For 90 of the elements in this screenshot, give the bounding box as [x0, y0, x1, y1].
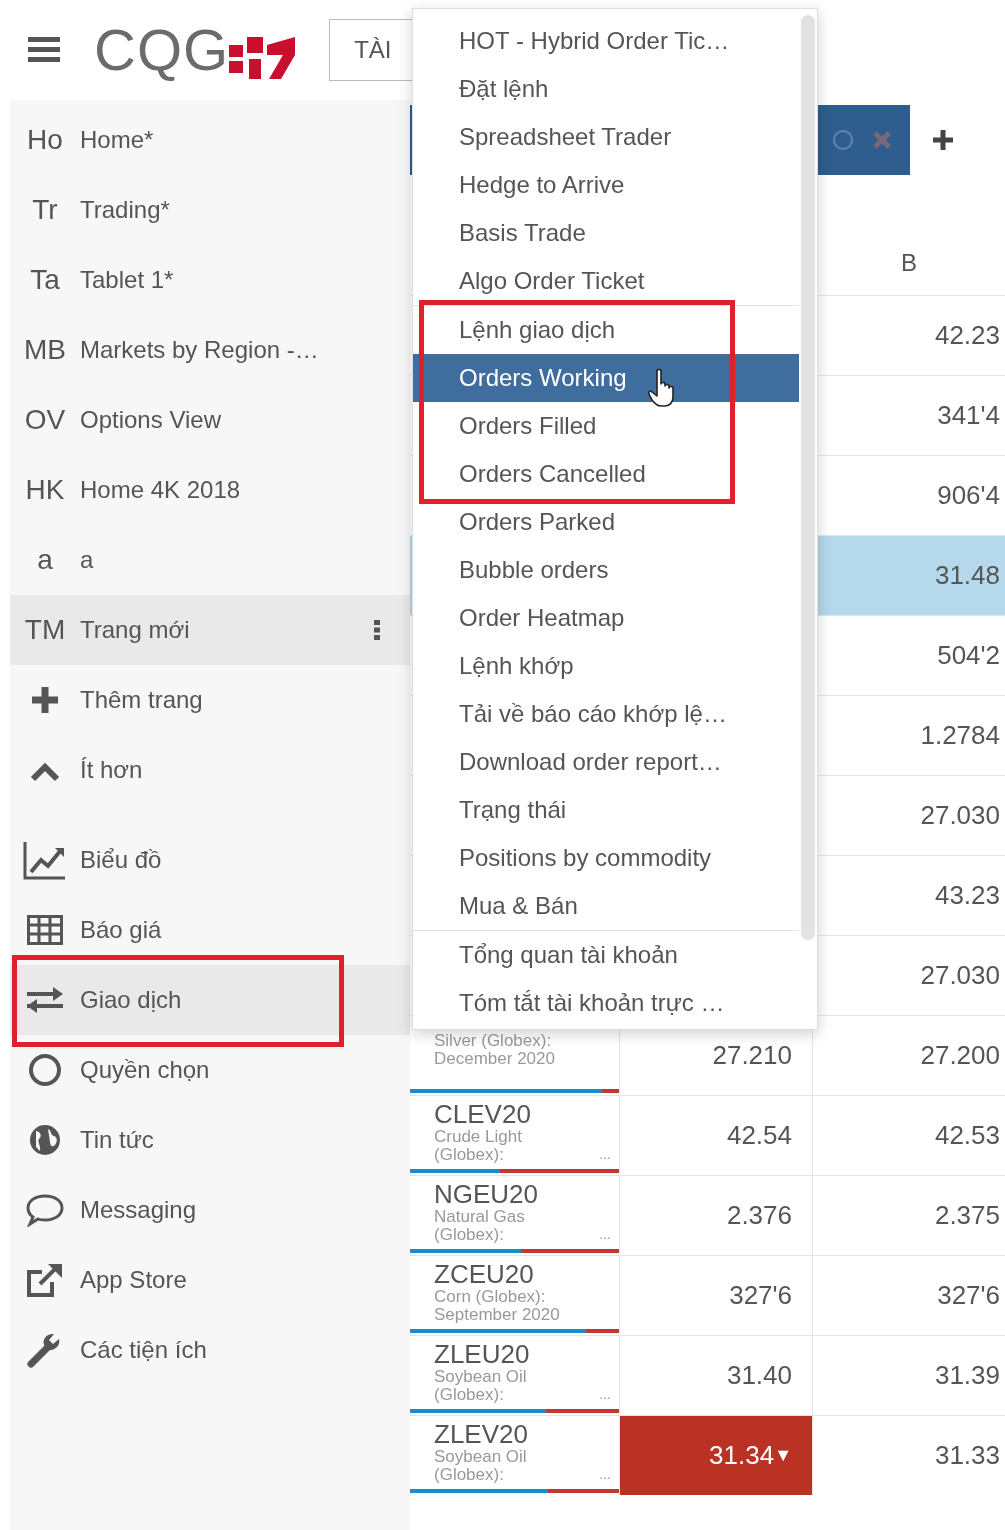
- contract-description: Soybean Oil (Globex):: [434, 1368, 528, 1404]
- page-item[interactable]: OV Options View: [10, 385, 410, 455]
- plus-icon: [932, 129, 954, 151]
- contract-description: Natural Gas (Globex):: [434, 1208, 526, 1244]
- plus-icon: [30, 685, 60, 715]
- price-text: 27.030: [920, 799, 1000, 832]
- menu-icon[interactable]: [28, 37, 60, 63]
- logo-mark-icon: [229, 37, 296, 79]
- price-text: 1.2784: [920, 719, 1000, 752]
- sidebar-item[interactable]: Biểu đồ: [10, 825, 410, 895]
- price-cell-text: 31.40: [726, 1359, 792, 1392]
- menu-item[interactable]: Lệnh khớp: [413, 642, 799, 690]
- price-text: 31.33: [934, 1439, 1000, 1472]
- menu-item[interactable]: Bubble orders: [413, 546, 799, 594]
- add-tab-button[interactable]: [932, 129, 954, 151]
- globe-icon: [28, 1123, 62, 1157]
- price-text: 31.34: [709, 1439, 775, 1472]
- circle-icon: [832, 129, 854, 151]
- symbol-text: ZLEV20: [434, 1420, 529, 1448]
- price-text: 327'6: [937, 1279, 1000, 1312]
- logo-text: CQG: [94, 21, 230, 79]
- symbol-text: NGEU20: [434, 1180, 540, 1208]
- price-text: 2.375: [934, 1199, 1000, 1232]
- menu-item[interactable]: Tóm tắt tài khoản trực …: [413, 979, 799, 1027]
- menu-item[interactable]: Orders Filled: [413, 402, 799, 450]
- sidebar-item[interactable]: Messaging: [10, 1175, 410, 1245]
- price-text: 341'4: [937, 399, 1000, 432]
- menu-item[interactable]: Tải về báo cáo khớp lệ…: [413, 690, 799, 738]
- page-item[interactable]: MB Markets by Region -…: [10, 315, 410, 385]
- page-item[interactable]: HK Home 4K 2018: [10, 455, 410, 525]
- menu-item[interactable]: Lệnh giao dịch: [413, 306, 799, 354]
- menu-item[interactable]: Basis Trade: [413, 209, 799, 257]
- price-cell-text: 42.54: [726, 1119, 792, 1152]
- scrollbar-thumb[interactable]: [801, 15, 815, 940]
- external-link-icon: [26, 1262, 64, 1298]
- symbol-text: ZCEU20: [434, 1260, 535, 1288]
- contract-description: Crude Light (Globex):: [434, 1128, 523, 1164]
- chart-icon: [23, 840, 67, 880]
- more-indicator: ...: [599, 1145, 611, 1164]
- column-header: B: [901, 247, 917, 278]
- menu-item[interactable]: Mua & Bán: [413, 882, 799, 930]
- sidebar-item[interactable]: Giao dịch: [10, 965, 410, 1035]
- menu-item[interactable]: Trạng thái: [413, 786, 799, 834]
- menu-item[interactable]: Orders Cancelled: [413, 450, 799, 498]
- price-cell-text: 2.376: [726, 1199, 792, 1232]
- grid-icon: [27, 915, 63, 945]
- price-text: 42.53: [934, 1119, 1000, 1152]
- down-arrow: ▼: [774, 1444, 792, 1467]
- symbol-text: CLEV20: [434, 1100, 532, 1128]
- price-text: 27.030: [920, 959, 1000, 992]
- price-text: 31.48: [934, 559, 1000, 592]
- price-text: 27.200: [920, 1039, 1000, 1072]
- page-item[interactable]: TM Trang mới: [10, 595, 410, 665]
- price-cell-text: 327'6: [729, 1279, 792, 1312]
- contract-description: Silver (Globex): December 2020: [434, 1032, 556, 1068]
- more-indicator: ...: [599, 1385, 611, 1404]
- contract-description: Corn (Globex): September 2020: [434, 1288, 561, 1324]
- circle-icon: [28, 1053, 62, 1087]
- sidebar-item[interactable]: Tin tức: [10, 1105, 410, 1175]
- menu-item[interactable]: Orders Parked: [413, 498, 799, 546]
- more-indicator: ...: [599, 1465, 611, 1484]
- menu-item[interactable]: Download order report…: [413, 738, 799, 786]
- price-text: 43.23: [934, 879, 1000, 912]
- symbol-text: ZLEU20: [434, 1340, 531, 1368]
- price-text: 31.39: [934, 1359, 1000, 1392]
- sidebar-item[interactable]: Quyền chọn: [10, 1035, 410, 1105]
- menu-item[interactable]: Tổng quan tài khoản: [413, 931, 799, 979]
- menu-item[interactable]: Algo Order Ticket: [413, 257, 799, 305]
- contract-description: Soybean Oil (Globex):: [434, 1448, 528, 1484]
- sidebar-action[interactable]: Ít hơn: [10, 735, 410, 805]
- sidebar-item[interactable]: Báo giá: [10, 895, 410, 965]
- page-item[interactable]: Tr Trading*: [10, 175, 410, 245]
- page-item[interactable]: a a: [10, 525, 410, 595]
- menu-item[interactable]: Hedge to Arrive: [413, 161, 799, 209]
- kebab-icon[interactable]: [374, 620, 380, 640]
- page-item[interactable]: Ta Tablet 1*: [10, 245, 410, 315]
- price-text: 504'2: [937, 639, 1000, 672]
- sidebar-action[interactable]: Thêm trang: [10, 665, 410, 735]
- speech-bubble-icon: [25, 1193, 65, 1227]
- sidebar-item[interactable]: Các tiện ích: [10, 1315, 410, 1385]
- sidebar-item[interactable]: App Store: [10, 1245, 410, 1315]
- price-text: 906'4: [937, 479, 1000, 512]
- menu-item[interactable]: Spreadsheet Trader: [413, 113, 799, 161]
- price-cell-text: 27.210: [712, 1039, 792, 1072]
- page-item[interactable]: Ho Home*: [10, 105, 410, 175]
- swap-arrows-icon: [25, 985, 65, 1015]
- menu-item[interactable]: Order Heatmap: [413, 594, 799, 642]
- more-indicator: ...: [599, 1225, 611, 1244]
- price-text: 42.23: [934, 319, 1000, 352]
- menu-item[interactable]: Positions by commodity: [413, 834, 799, 882]
